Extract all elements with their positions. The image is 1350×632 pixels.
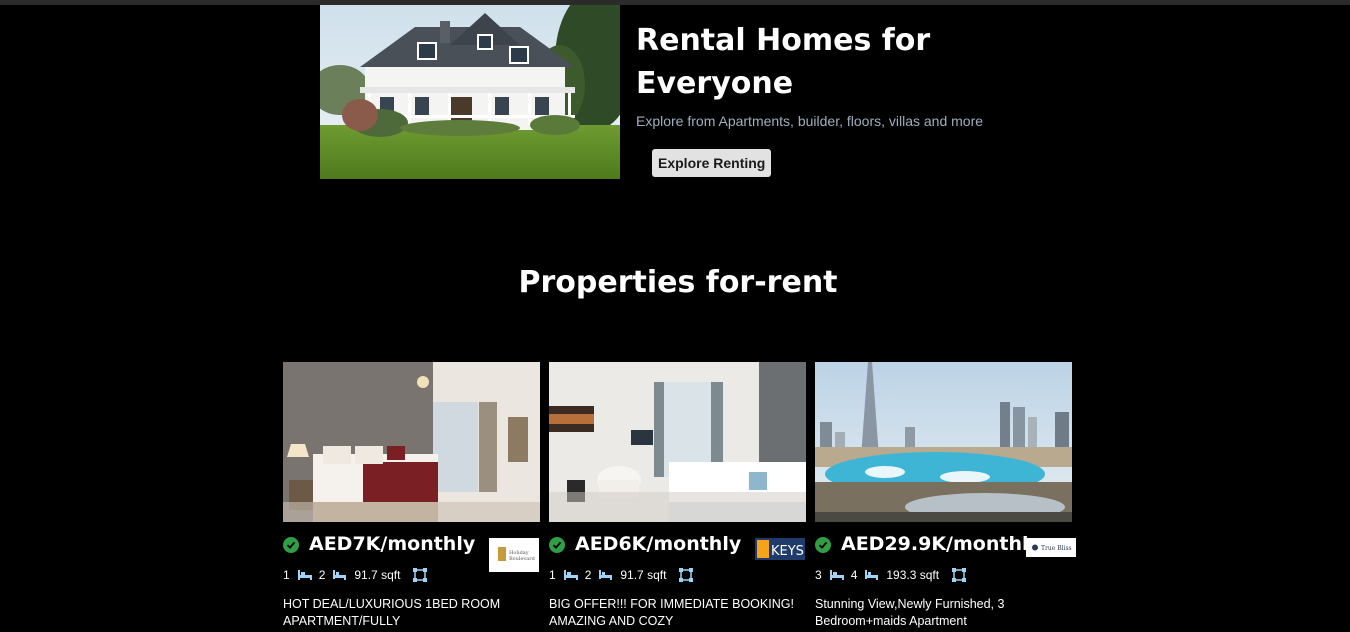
rooms-count: 3 [815, 568, 822, 582]
bed-icon [829, 569, 845, 581]
agency-logo[interactable]: True Bliss [1026, 538, 1076, 557]
area-icon [413, 568, 428, 582]
hero-subtitle: Explore from Apartments, builder, floors… [636, 113, 984, 129]
baths-count: 4 [850, 568, 858, 582]
area-value: 193.3 sqft [886, 568, 940, 582]
bath-icon [598, 569, 614, 581]
area-value: 91.7 sqft [620, 568, 667, 582]
rooms-count: 1 [549, 568, 556, 582]
hero-house-image [320, 5, 620, 179]
area-icon [952, 568, 967, 582]
property-photo[interactable] [549, 362, 806, 522]
baths-count: 2 [584, 568, 592, 582]
agency-logo[interactable]: Holiday Boulevard [489, 538, 539, 572]
hero-title: Rental Homes for Everyone [636, 23, 931, 101]
rooms-count: 1 [283, 568, 290, 582]
property-price: AED7K/monthly [309, 533, 476, 555]
property-title[interactable]: Stunning View,Newly Furnished, 3 Bedroom… [815, 596, 1065, 630]
area-value: 91.7 sqft [354, 568, 401, 582]
agency-logo[interactable]: KEYS [755, 538, 805, 560]
property-specs: 3 4 193.3 sqft [815, 567, 972, 583]
bed-icon [297, 569, 313, 581]
svg-text:Boulevard: Boulevard [509, 556, 536, 562]
verified-check-icon [283, 537, 299, 553]
verified-check-icon [815, 537, 831, 553]
svg-text:KEYS: KEYS [771, 544, 804, 559]
property-specs: 1 2 91.7 sqft [283, 567, 433, 583]
explore-renting-button[interactable]: Explore Renting [652, 149, 772, 177]
bath-icon [864, 569, 880, 581]
property-price: AED6K/monthly [575, 533, 742, 555]
section-title: Properties for-rent [518, 265, 838, 300]
property-specs: 1 2 91.7 sqft [549, 567, 699, 583]
property-photo[interactable] [283, 362, 540, 522]
property-title[interactable]: HOT DEAL/LUXURIOUS 1BED ROOM APARTMENT/F… [283, 596, 533, 630]
area-icon [679, 568, 694, 582]
property-price: AED29.9K/monthly [841, 533, 1041, 555]
bed-icon [563, 569, 579, 581]
svg-text:True Bliss: True Bliss [1041, 545, 1072, 552]
property-photo[interactable] [815, 362, 1072, 522]
verified-check-icon [549, 537, 565, 553]
property-title[interactable]: BIG OFFER!!! FOR IMMEDIATE BOOKING! AMAZ… [549, 596, 799, 630]
bath-icon [332, 569, 348, 581]
property-card[interactable]: AED7K/monthly Holiday Boulevard 1 2 91.7… [283, 362, 545, 632]
property-list: AED7K/monthly Holiday Boulevard 1 2 91.7… [283, 362, 1083, 629]
property-card[interactable]: AED29.9K/monthly True Bliss 3 4 193.3 sq… [815, 362, 1077, 632]
hero-text: Rental Homes for Everyone Explore from A… [636, 19, 1016, 129]
property-card[interactable]: AED6K/monthly KEYS 1 2 91.7 sqft BIG OFF… [549, 362, 811, 632]
hero-banner: Rental Homes for Everyone Explore from A… [320, 5, 1040, 180]
baths-count: 2 [318, 568, 326, 582]
